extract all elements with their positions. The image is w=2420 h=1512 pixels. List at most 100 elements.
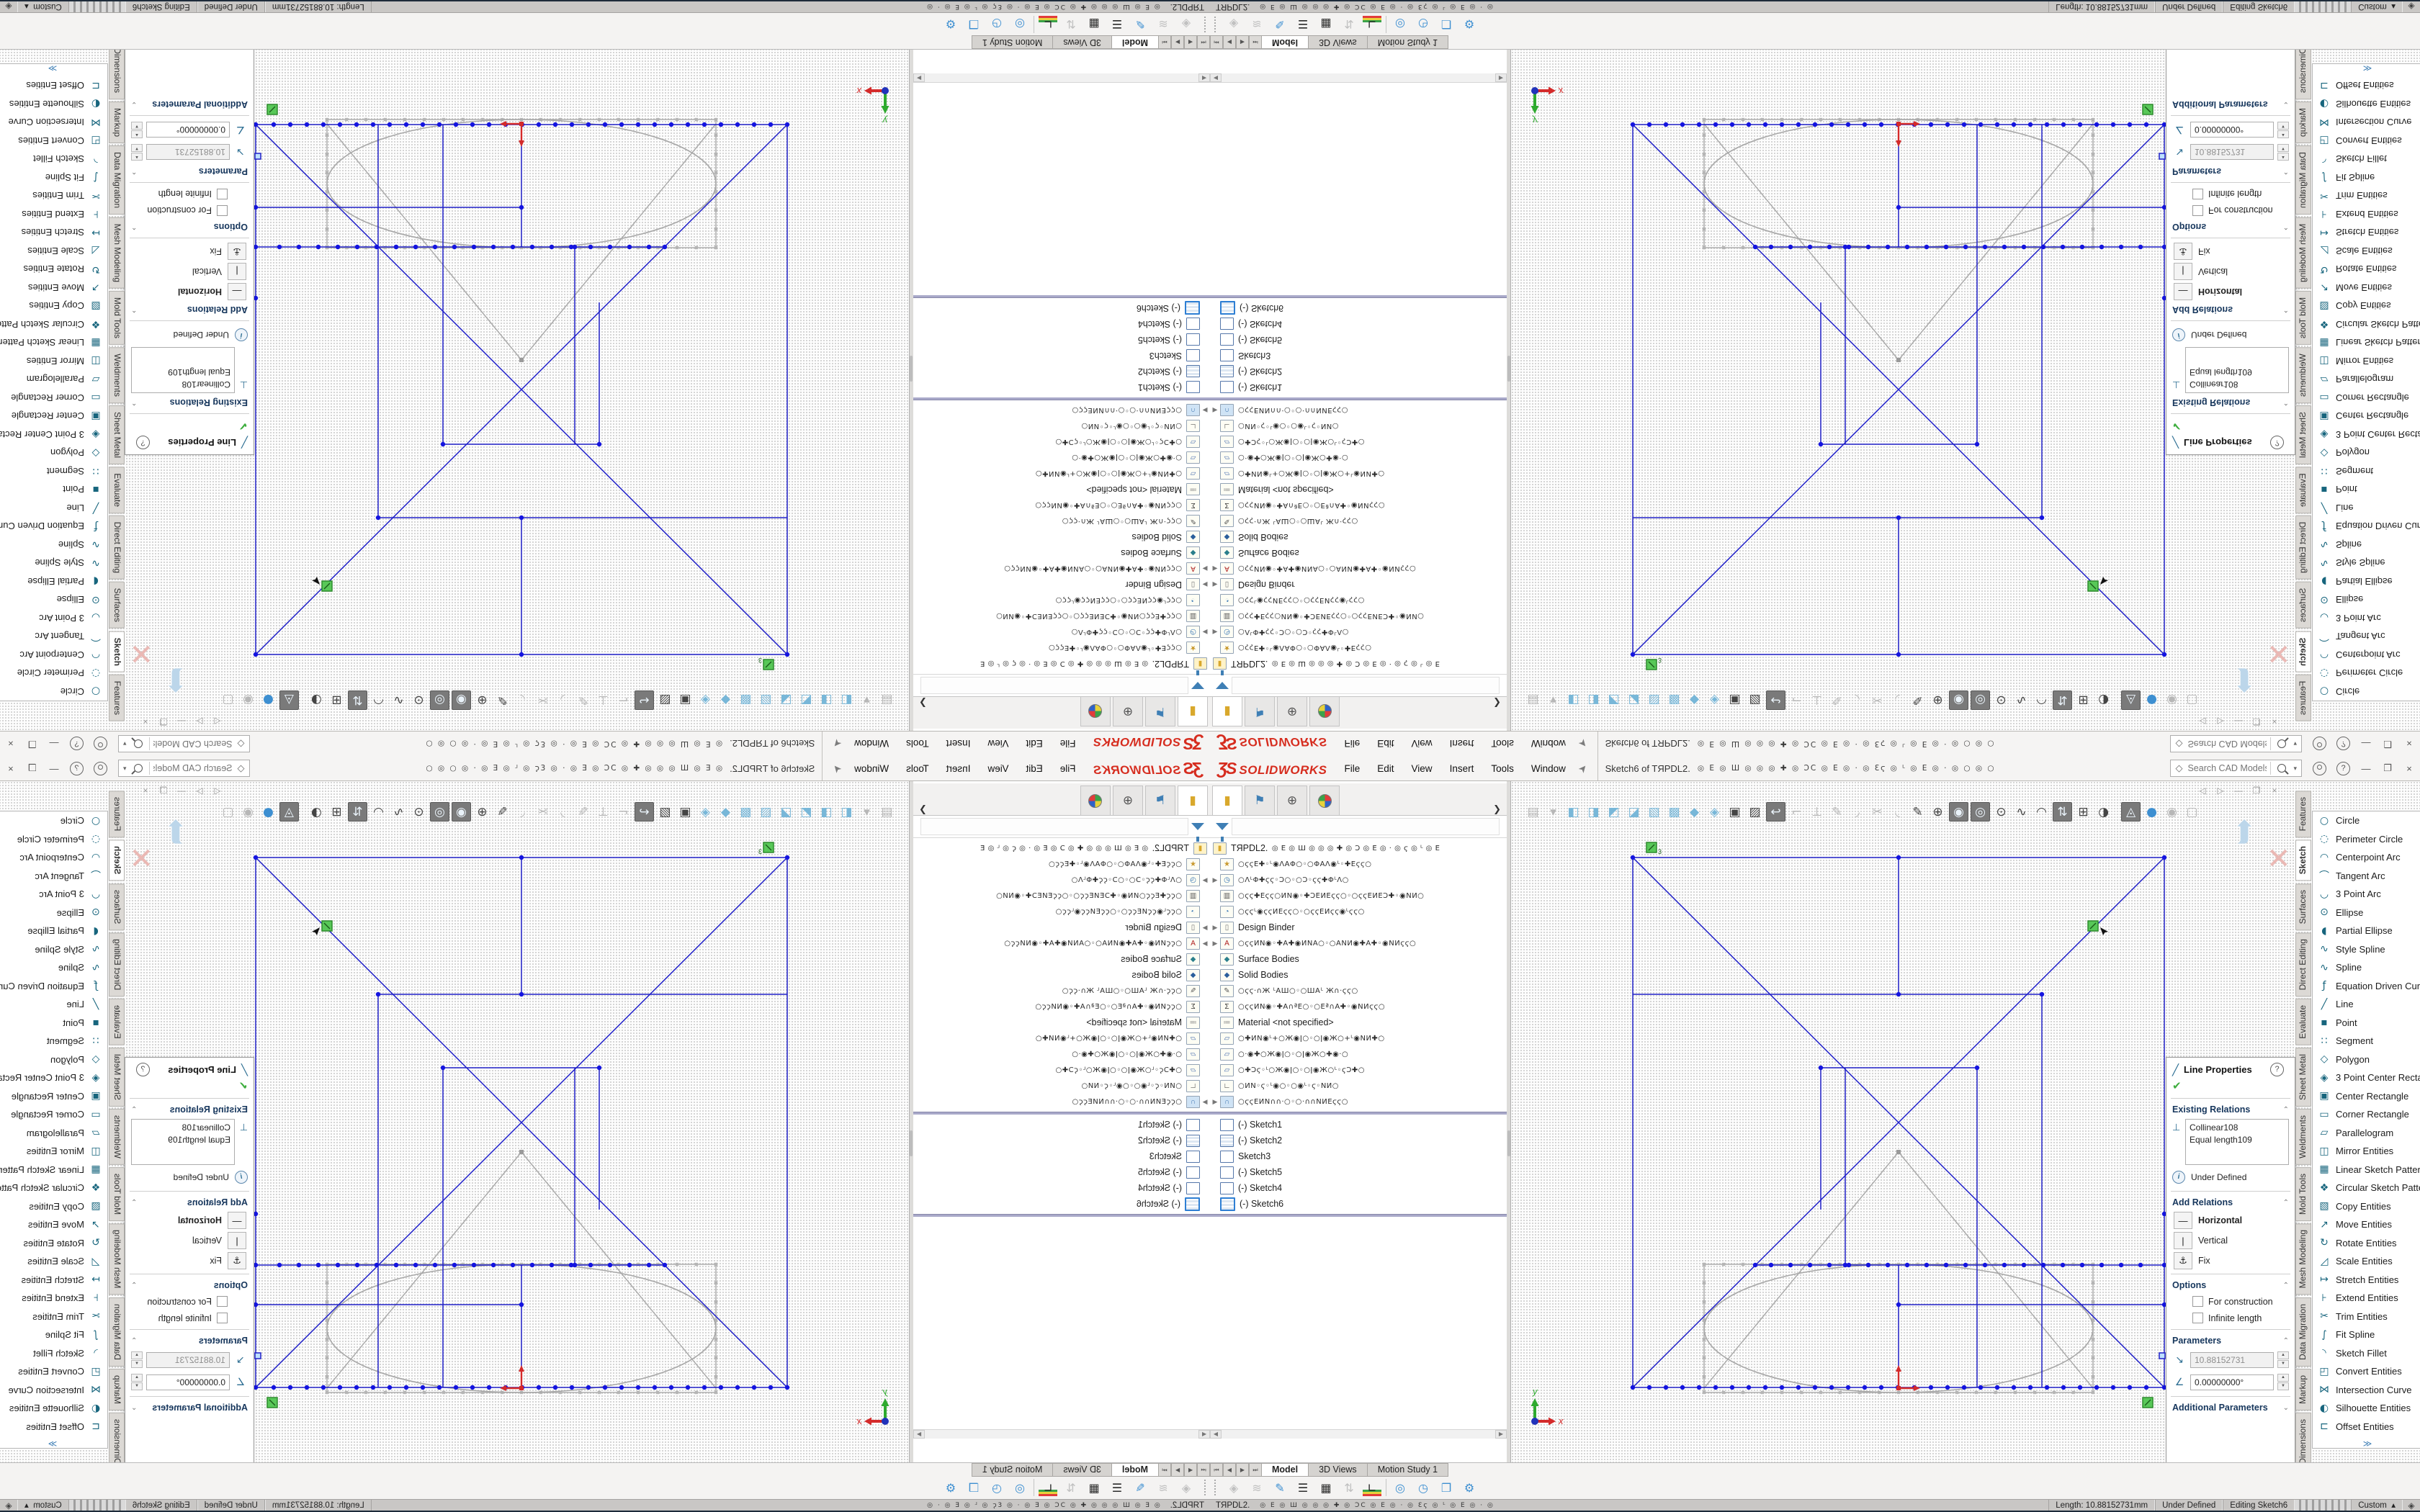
- toolbar-icon[interactable]: ◉: [239, 803, 257, 821]
- menu-item-insert[interactable]: Insert: [1443, 736, 1482, 752]
- toolbar-icon[interactable]: ◈: [1706, 691, 1724, 709]
- toolbar-icon[interactable]: ◨: [1585, 803, 1603, 821]
- flyout-item-segment[interactable]: ∷Segment: [2313, 1032, 2420, 1050]
- restore-button[interactable]: ❐: [22, 736, 43, 752]
- doc-minimize-icon[interactable]: —: [176, 716, 187, 726]
- menu-item-view[interactable]: View: [1404, 736, 1440, 752]
- flyout-item-mirror-entities[interactable]: ◫Mirror Entities: [2313, 1142, 2420, 1161]
- flyout-item-spline[interactable]: ∿Spline: [0, 958, 107, 977]
- parameter-field-1[interactable]: 0.00000000°: [146, 1374, 230, 1390]
- toolbar-icon[interactable]: ✎: [1828, 803, 1846, 821]
- command-tab-mold-tools[interactable]: Mold Tools: [2295, 1167, 2311, 1221]
- flyout-item-mirror-entities[interactable]: ◫Mirror Entities: [0, 352, 107, 371]
- expand-icon[interactable]: ▶: [1210, 407, 1220, 415]
- toolbar-icon[interactable]: ◪: [1625, 691, 1643, 709]
- expand-icon[interactable]: ▶: [1210, 629, 1220, 636]
- tree-row[interactable]: ◆Surface Bodies: [1210, 951, 1507, 967]
- restore-button[interactable]: ❐: [22, 760, 43, 776]
- toolbar-icon[interactable]: ⊞: [328, 803, 346, 821]
- format-icon[interactable]: ✎: [1131, 16, 1150, 33]
- flyout-item-rotate-entities[interactable]: ↻Rotate Entities: [0, 260, 107, 279]
- toolbar-icon[interactable]: ◎: [1971, 690, 1990, 710]
- menu-item-edit[interactable]: Edit: [1370, 760, 1401, 777]
- checkbox-infinite-length[interactable]: [2192, 189, 2203, 199]
- parameter-spinner[interactable]: ▲▼: [131, 144, 143, 161]
- cancel-sketch-icon[interactable]: ✕: [129, 636, 153, 670]
- flyout-item-perimeter-circle[interactable]: ◌Perimeter Circle: [2313, 830, 2420, 849]
- flyout-item-equation-driven-curve[interactable]: ƒEquation Driven Curve: [2313, 977, 2420, 996]
- spin-down-icon[interactable]: ▼: [131, 144, 143, 152]
- relation-entry[interactable]: Equal length109: [2190, 1134, 2285, 1146]
- format-icon[interactable]: ▦: [1317, 16, 1335, 33]
- panel-tab-configurationmanager[interactable]: ⊕: [1113, 697, 1143, 726]
- flyout-item-copy-entities[interactable]: ▧Copy Entities: [0, 1197, 107, 1216]
- flyout-item-polygon[interactable]: ◇Polygon: [0, 444, 107, 462]
- parameter-spinner[interactable]: ▲▼: [2277, 1351, 2289, 1368]
- status-custom-dropdown[interactable]: Custom ▴: [17, 1, 69, 12]
- flyout-item-sketch-fillet[interactable]: ◝Sketch Fillet: [0, 1344, 107, 1363]
- tree-row[interactable]: ▶A○ϛϛИΝ◉◦✚Α✚◉ИΝΑ○◦○ΑΝИ◉✚Α✚◦◉ΝИϛϛ○: [1210, 561, 1507, 577]
- command-tab-sketch[interactable]: Sketch: [2295, 840, 2311, 881]
- format-icon[interactable]: ◈: [1177, 1479, 1196, 1496]
- toolbar-icon[interactable]: ⊞: [2074, 691, 2092, 709]
- toolbar-grip[interactable]: [1214, 1480, 1219, 1495]
- panel-more-icon[interactable]: ❯: [919, 697, 927, 708]
- flyout-item-3-point-center-recta-[interactable]: ◈3 Point Center Recta...: [0, 426, 107, 444]
- doc-tab-model[interactable]: Model: [1111, 35, 1158, 49]
- expand-icon[interactable]: ⌄: [131, 1404, 137, 1412]
- parameter-spinner[interactable]: ▲▼: [2277, 144, 2289, 161]
- tree-row[interactable]: (-) Sketch1: [1210, 379, 1507, 395]
- toolbar-icon[interactable]: ◪: [777, 803, 795, 821]
- flyout-item-silhouette-entities[interactable]: ◐Silhouette Entities: [2313, 1399, 2420, 1418]
- flyout-item-corner-rectangle[interactable]: ▭Corner Rectangle: [0, 389, 107, 408]
- menu-item-window[interactable]: Window: [847, 760, 896, 777]
- flyout-item-convert-entities[interactable]: ◰Convert Entities: [2313, 132, 2420, 150]
- spin-up-icon[interactable]: ▲: [2277, 1374, 2289, 1382]
- toolbar-icon[interactable]: ⊙: [410, 803, 428, 821]
- search-dropdown-icon[interactable]: ▾: [2290, 740, 2300, 748]
- flyout-item-3-point-center-recta-[interactable]: ◈3 Point Center Recta...: [0, 1068, 107, 1087]
- collapse-icon[interactable]: ⌃: [131, 399, 137, 407]
- format-icon[interactable]: ▦: [1085, 1479, 1103, 1496]
- flyout-item-partial-ellipse[interactable]: ◖Partial Ellipse: [0, 572, 107, 591]
- flyout-item-3-point-arc[interactable]: ◡3 Point Arc: [2313, 609, 2420, 628]
- ok-check-icon[interactable]: ✔: [2166, 417, 2295, 433]
- spin-up-icon[interactable]: ▲: [131, 1351, 143, 1359]
- toolbar-icon[interactable]: ↩: [635, 802, 654, 822]
- scroll-right-icon[interactable]: ▶: [913, 73, 925, 82]
- relation-entry[interactable]: Equal length109: [135, 366, 230, 378]
- flyout-item-polygon[interactable]: ◇Polygon: [0, 1050, 107, 1069]
- minimize-button[interactable]: —: [43, 737, 65, 752]
- command-tab-sheet-metal[interactable]: Sheet Metal: [2295, 1048, 2311, 1107]
- flyout-item-fit-spline[interactable]: ∫Fit Spline: [2313, 168, 2420, 187]
- collapse-icon[interactable]: ⌃: [2283, 223, 2289, 231]
- menu-item-file[interactable]: File: [1337, 736, 1368, 752]
- format-icon[interactable]: ☰: [1108, 16, 1126, 33]
- format-icon[interactable]: ▦: [1085, 16, 1103, 33]
- toolbar-icon[interactable]: ⊕: [473, 803, 491, 821]
- tree-row[interactable]: Sketch3: [913, 1148, 1210, 1164]
- command-tab-surfaces[interactable]: Surfaces: [2295, 883, 2311, 930]
- expand-icon[interactable]: ▶: [1210, 876, 1220, 884]
- panel-tab-propertymanager[interactable]: ⚑: [1145, 786, 1175, 815]
- flyout-item-equation-driven-curve[interactable]: ƒEquation Driven Curve: [0, 517, 107, 536]
- format-icon[interactable]: ▦: [1317, 1479, 1335, 1496]
- flyout-item-perimeter-circle[interactable]: ◌Perimeter Circle: [2313, 664, 2420, 683]
- more-tools-icon[interactable]: ≫: [2313, 1439, 2420, 1449]
- panel-splitter-grip[interactable]: [910, 356, 913, 382]
- rollback-bar[interactable]: [1210, 1112, 1507, 1115]
- flyout-item-point[interactable]: ▪Point: [0, 480, 107, 499]
- toolbar-icon[interactable]: ●: [2143, 803, 2161, 821]
- tree-row[interactable]: ≔Material <not specified>: [1210, 1014, 1507, 1030]
- toolbar-icon[interactable]: ⇅: [348, 802, 367, 822]
- tree-row-part[interactable]: ▮TЯPDL2. ◎ Ε ◎ Ш ◎ ◎ ◎ ✚ ◎ Ɔ ◎ Ε ◎ · ◎ ϛ…: [1210, 840, 1507, 856]
- panel-tab-propertymanager[interactable]: ⚑: [1145, 697, 1175, 726]
- doc-close-icon[interactable]: ×: [140, 716, 151, 726]
- panel-tab-configurationmanager[interactable]: ⊕: [1113, 786, 1143, 815]
- command-tab-data-migration[interactable]: Data Migration: [109, 145, 125, 215]
- filter-input[interactable]: [1232, 677, 1500, 694]
- parameter-field-0[interactable]: 10.88152731: [146, 145, 230, 161]
- toolbar-icon[interactable]: ◎: [430, 690, 449, 710]
- cancel-sketch-icon[interactable]: ✕: [2267, 842, 2291, 876]
- toolbar-icon[interactable]: ◞: [554, 691, 572, 709]
